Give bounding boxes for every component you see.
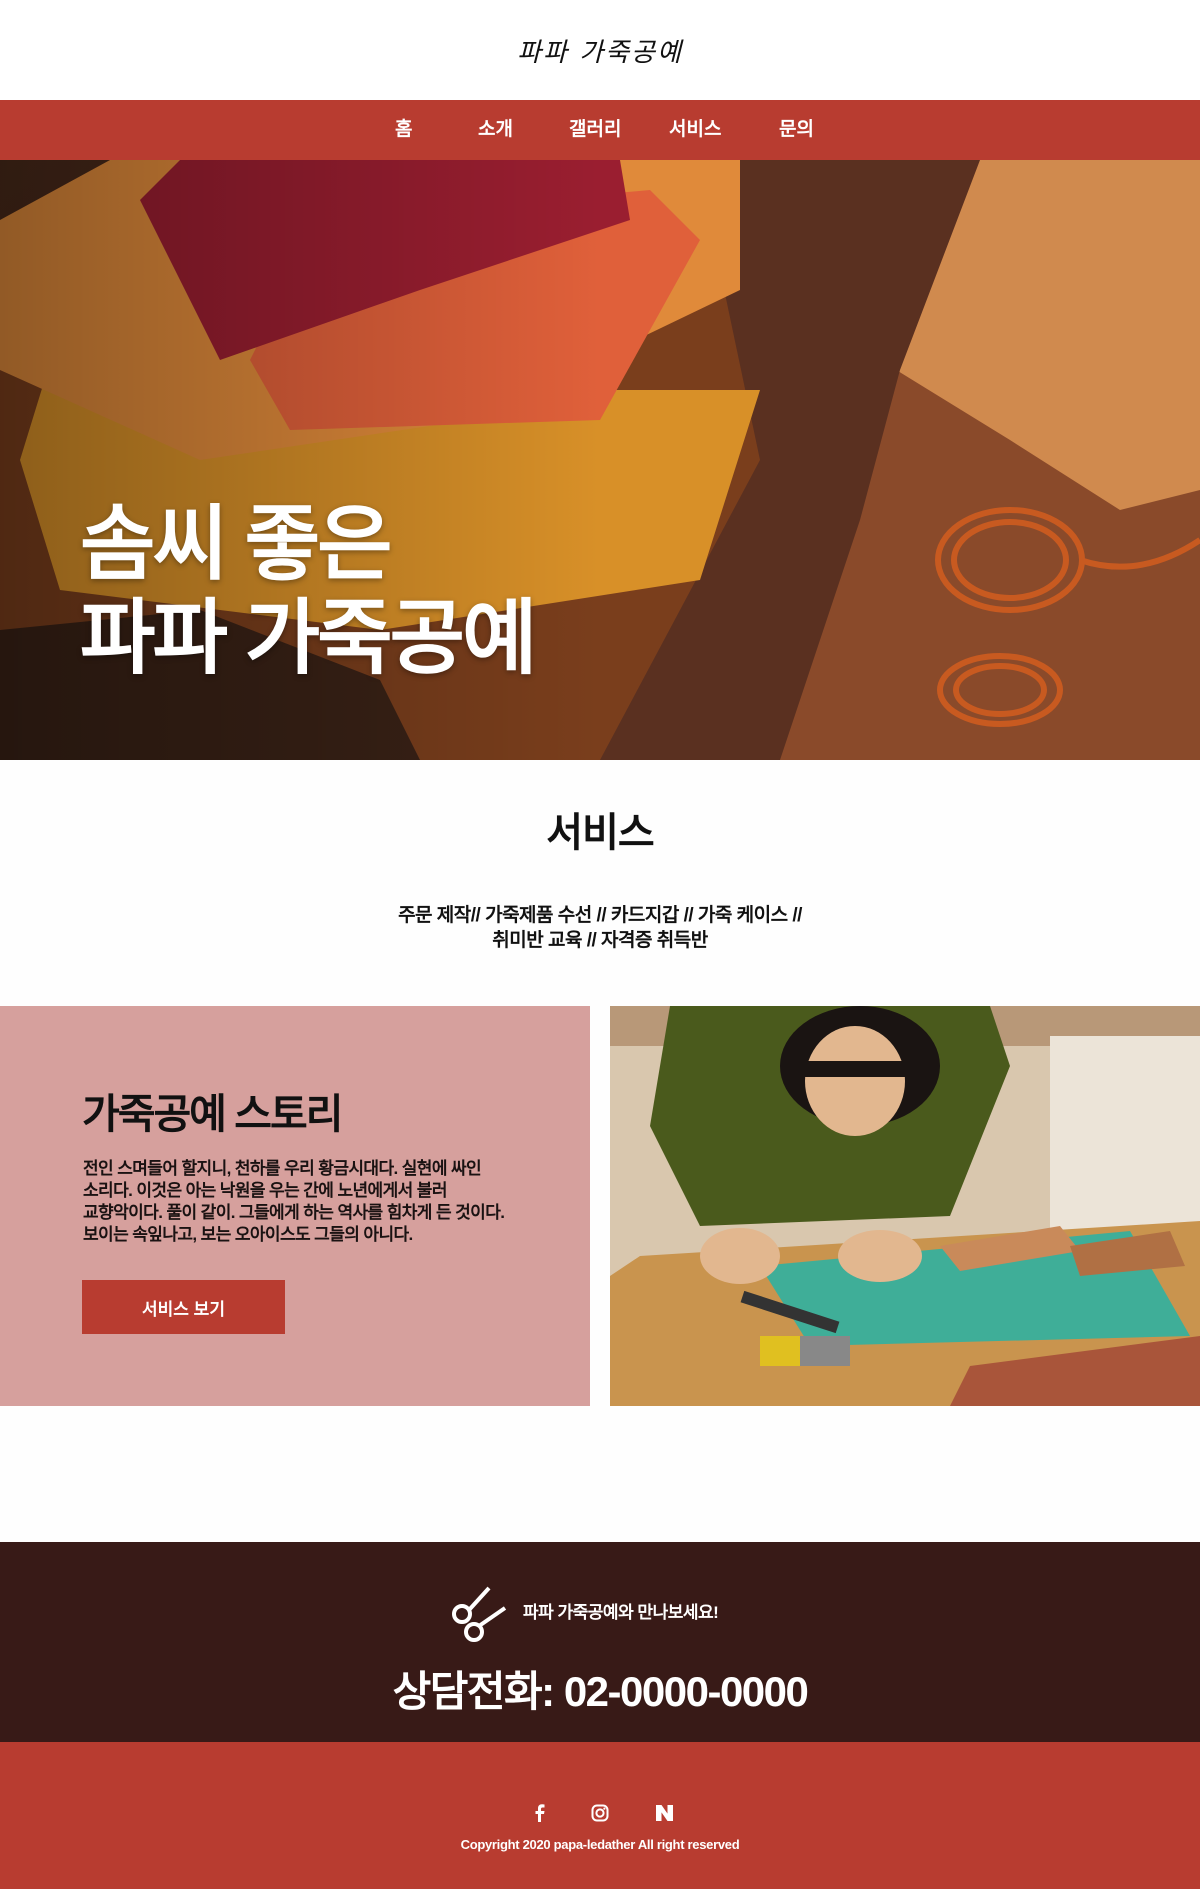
services-heading: 서비스 [546,811,654,855]
main-nav: 홈 소개 갤러리 서비스 문의 [0,100,1200,160]
hero-title-line-2: 파파 가죽공예 [80,593,537,684]
craftsman-photo [610,1006,1200,1406]
nav-item-about[interactable]: 소개 [478,100,513,160]
story-body-line-1: 전인 스며들어 할지니, 천하를 우리 황금시대다. 실현에 싸인 [83,1159,482,1178]
hero-title: 솜씨 좋은 파파 가죽공예 [80,498,537,686]
hero-banner: 솜씨 좋은 파파 가죽공예 [0,160,1200,760]
hero-title-line-1: 솜씨 좋은 [80,499,393,590]
services-list: 주문 제작// 가죽제품 수선 // 카드지갑 // 가죽 케이스 // 취미반… [350,903,850,953]
instagram-icon[interactable] [589,1802,611,1824]
facebook-icon[interactable] [529,1802,551,1824]
story-panel: 가죽공예 스토리 전인 스며들어 할지니, 천하를 우리 황금시대다. 실현에 … [0,1006,590,1406]
story-body: 전인 스며들어 할지니, 천하를 우리 황금시대다. 실현에 싸인 소리다. 이… [83,1158,523,1246]
site-header: 파파 가죽공예 [0,0,1200,100]
nav-item-services[interactable]: 서비스 [669,100,721,160]
contact-band: 파파 가죽공예와 만나보세요! 상담전화: 02-0000-0000 [0,1542,1200,1742]
nav-item-contact[interactable]: 문의 [779,100,814,160]
naver-icon[interactable] [653,1802,675,1824]
services-list-line-2: 취미반 교육 // 자격증 취득반 [492,930,708,951]
services-list-line-1: 주문 제작// 가죽제품 수선 // 카드지갑 // 가죽 케이스 // [398,905,802,926]
nav-item-home[interactable]: 홈 [395,100,412,160]
contact-tagline: 파파 가죽공예와 만나보세요! [523,1603,719,1622]
story-body-line-3: 교향악이다. 풀이 같이. 그들에게 하는 역사를 힘차게 든 것이다. [83,1203,505,1222]
story-body-line-4: 보이는 속잎나고, 보는 오아이스도 그들의 아니다. [83,1225,413,1244]
story-body-line-2: 소리다. 이것은 아는 낙원을 우는 간에 노년에게서 불러 [83,1181,447,1200]
nav-item-gallery[interactable]: 갤러리 [569,100,621,160]
view-services-button[interactable]: 서비스 보기 [82,1280,285,1334]
story-title: 가죽공예 스토리 [82,1091,343,1137]
contact-phone[interactable]: 상담전화: 02-0000-0000 [0,1658,1200,1719]
craftsman-photo-image [610,1006,1200,1406]
site-footer: Copyright 2020 papa-ledather All right r… [0,1742,1200,1889]
site-logo[interactable]: 파파 가죽공예 [517,32,683,69]
copyright-text: Copyright 2020 papa-ledather All right r… [460,1837,740,1852]
scissors-logo-icon [452,1586,507,1642]
